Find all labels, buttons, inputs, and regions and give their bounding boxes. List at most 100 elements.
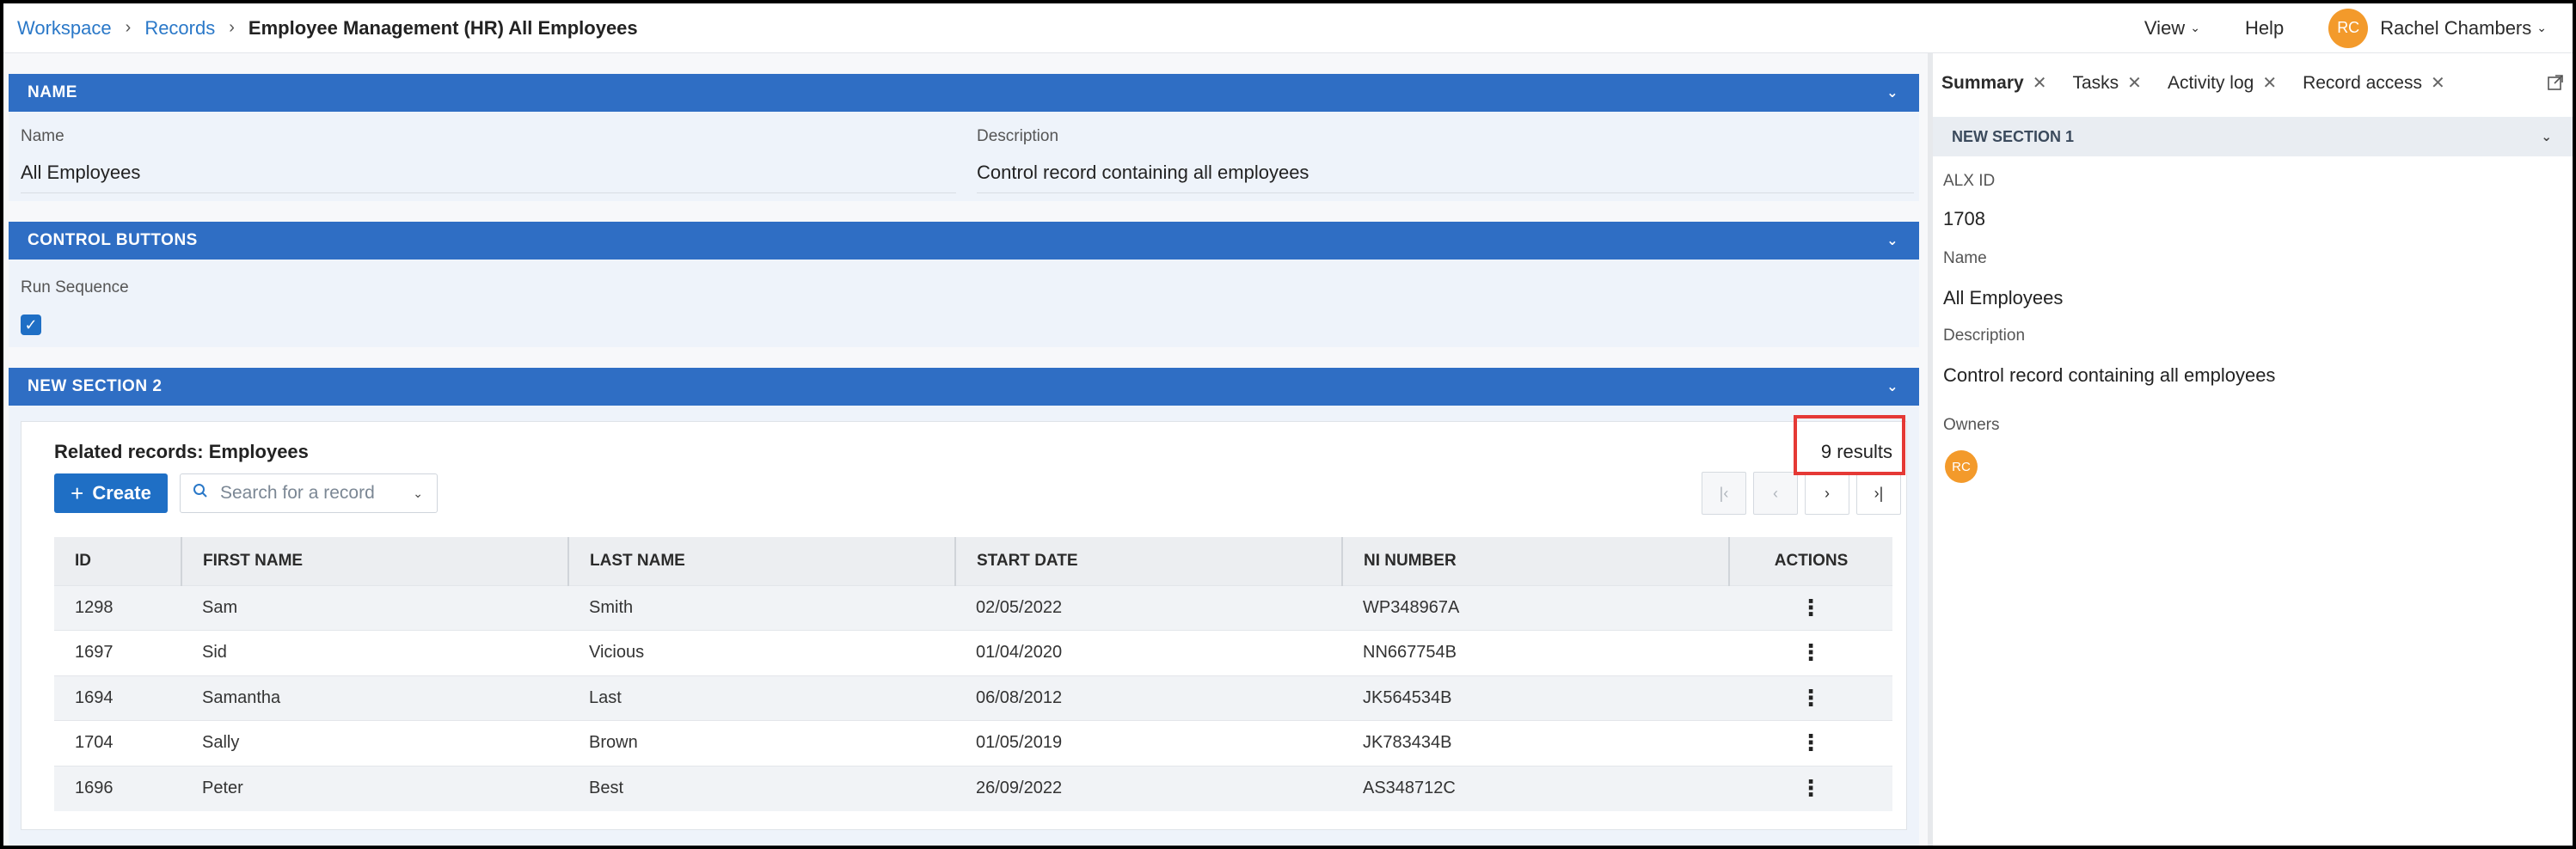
column-header-id[interactable]: ID: [54, 537, 182, 585]
tab-label: Record access: [2303, 72, 2422, 93]
page-title: Employee Management (HR) All Employees: [248, 16, 638, 39]
table-row[interactable]: 1694 Samantha Last 06/08/2012 JK564534B …: [54, 675, 1892, 721]
cell-first-name: Samantha: [202, 687, 281, 707]
breadcrumb: Workspace › Records › Employee Managemen…: [3, 17, 638, 40]
tab-label: Summary: [1941, 72, 2024, 93]
section-header-new-section-2[interactable]: NEW SECTION 2 ⌄: [9, 368, 1919, 406]
pagination: |‹ ‹ › ›|: [1695, 472, 1901, 515]
row-actions-menu-icon[interactable]: ⋮: [1729, 631, 1892, 676]
owners-label: Owners: [1943, 416, 2000, 434]
breadcrumb-records[interactable]: Records: [144, 17, 215, 40]
chevron-down-icon: ⌄: [2536, 21, 2547, 34]
breadcrumb-workspace[interactable]: Workspace: [17, 17, 112, 40]
view-menu-label: View: [2144, 16, 2186, 39]
cell-id: 1704: [75, 733, 113, 753]
section-body-name: Name All Employees Description Control r…: [9, 112, 1919, 201]
tab-tasks[interactable]: Tasks ✕: [2072, 72, 2141, 94]
row-actions-menu-icon[interactable]: ⋮: [1729, 766, 1892, 811]
cell-start-date: 01/05/2019: [976, 733, 1063, 753]
related-records-title: Related records: Employees: [54, 441, 309, 462]
run-sequence-checkbox[interactable]: ✓: [21, 315, 41, 335]
cell-ni-number: WP348967A: [1363, 597, 1460, 617]
chevron-down-icon[interactable]: ⌄: [413, 486, 423, 501]
related-records-panel: Related records: Employees 9 results + C…: [21, 421, 1907, 830]
section-title: CONTROL BUTTONS: [28, 231, 198, 249]
chevron-down-icon[interactable]: ⌄: [1886, 378, 1898, 395]
help-link[interactable]: Help: [2245, 17, 2284, 40]
name-label: Name: [1943, 249, 1987, 267]
column-header-first-name[interactable]: FIRST NAME: [181, 537, 569, 585]
column-header-ni-number[interactable]: NI NUMBER: [1342, 537, 1730, 585]
search-input[interactable]: Search for a record ⌄: [180, 473, 438, 513]
section-body-control-buttons: Run Sequence ✓: [9, 260, 1919, 347]
chevron-left-icon: ‹: [1773, 484, 1778, 502]
cell-last-name: Last: [589, 687, 622, 707]
cell-id: 1298: [75, 597, 113, 617]
tab-record-access[interactable]: Record access ✕: [2303, 72, 2445, 94]
alx-id-value: 1708: [1943, 208, 1985, 229]
cell-start-date: 06/08/2012: [976, 687, 1063, 707]
previous-page-button[interactable]: ‹: [1753, 472, 1798, 515]
description-value: Control record containing all employees: [1943, 364, 2276, 386]
run-sequence-label: Run Sequence: [21, 278, 129, 296]
column-header-start-date[interactable]: START DATE: [955, 537, 1343, 585]
view-menu-button[interactable]: View ⌄: [2144, 17, 2200, 40]
section-header-control-buttons[interactable]: CONTROL BUTTONS ⌄: [9, 222, 1919, 260]
first-page-icon: |‹: [1719, 484, 1729, 502]
cell-ni-number: JK783434B: [1363, 733, 1452, 753]
cell-ni-number: JK564534B: [1363, 687, 1452, 707]
search-placeholder: Search for a record: [220, 483, 375, 503]
search-icon: [193, 483, 208, 504]
chevron-down-icon[interactable]: ⌄: [1886, 232, 1898, 249]
last-page-button[interactable]: ›|: [1856, 472, 1901, 515]
description-label: Description: [977, 127, 1059, 145]
cell-last-name: Best: [589, 779, 624, 797]
cell-id: 1696: [75, 779, 113, 797]
chevron-right-icon: ›: [229, 18, 235, 37]
tab-activity-log[interactable]: Activity log ✕: [2168, 72, 2277, 94]
tab-summary[interactable]: Summary ✕: [1941, 72, 2046, 94]
cell-start-date: 01/04/2020: [976, 643, 1063, 663]
create-label: Create: [92, 482, 151, 504]
top-bar: Workspace › Records › Employee Managemen…: [3, 3, 2573, 53]
table-row[interactable]: 1298 Sam Smith 02/05/2022 WP348967A ⋮: [54, 585, 1892, 631]
last-page-icon: ›|: [1874, 484, 1884, 502]
column-header-last-name[interactable]: LAST NAME: [568, 537, 956, 585]
popout-icon[interactable]: [2547, 74, 2564, 95]
section-header-new-section-1[interactable]: NEW SECTION 1 ⌄: [1933, 117, 2573, 156]
description-label: Description: [1943, 327, 2026, 345]
name-value: All Employees: [21, 162, 956, 193]
section-header-name[interactable]: NAME ⌄: [9, 74, 1919, 112]
section-title: NEW SECTION 2: [28, 377, 163, 395]
close-icon[interactable]: ✕: [2033, 72, 2047, 94]
section-title: NEW SECTION 1: [1952, 127, 2075, 145]
table-row[interactable]: 1697 Sid Vicious 01/04/2020 NN667754B ⋮: [54, 630, 1892, 676]
summary-panel: Summary ✕ Tasks ✕ Activity log ✕ Record …: [1928, 53, 2573, 846]
owner-avatar[interactable]: RC: [1945, 450, 1978, 483]
close-icon[interactable]: ✕: [2431, 72, 2445, 94]
table-row[interactable]: 1704 Sally Brown 01/05/2019 JK783434B ⋮: [54, 720, 1892, 767]
cell-first-name: Sid: [202, 643, 227, 663]
cell-first-name: Peter: [202, 779, 243, 797]
table-row[interactable]: 1696 Peter Best 26/09/2022 AS348712C ⋮: [54, 766, 1892, 811]
chevron-right-icon: ›: [1825, 484, 1830, 502]
description-value: Control record containing all employees: [977, 162, 1914, 193]
create-button[interactable]: + Create: [54, 473, 168, 513]
row-actions-menu-icon[interactable]: ⋮: [1729, 585, 1892, 631]
next-page-button[interactable]: ›: [1805, 472, 1849, 515]
row-actions-menu-icon[interactable]: ⋮: [1729, 675, 1892, 721]
chevron-down-icon[interactable]: ⌄: [2541, 129, 2552, 144]
cell-last-name: Smith: [589, 597, 634, 617]
row-actions-menu-icon[interactable]: ⋮: [1729, 721, 1892, 767]
panel-tabs: Summary ✕ Tasks ✕ Activity log ✕ Record …: [1941, 72, 2471, 94]
close-icon[interactable]: ✕: [2127, 72, 2142, 94]
first-page-button[interactable]: |‹: [1702, 472, 1746, 515]
close-icon[interactable]: ✕: [2262, 72, 2277, 94]
name-label: Name: [21, 127, 64, 145]
column-header-actions: ACTIONS: [1774, 551, 1849, 570]
chevron-down-icon[interactable]: ⌄: [1886, 84, 1898, 101]
user-name: Rachel Chambers: [2380, 16, 2532, 39]
cell-ni-number: NN667754B: [1363, 643, 1457, 663]
chevron-right-icon: ›: [125, 18, 132, 37]
user-menu-button[interactable]: RC Rachel Chambers ⌄: [2328, 8, 2547, 48]
